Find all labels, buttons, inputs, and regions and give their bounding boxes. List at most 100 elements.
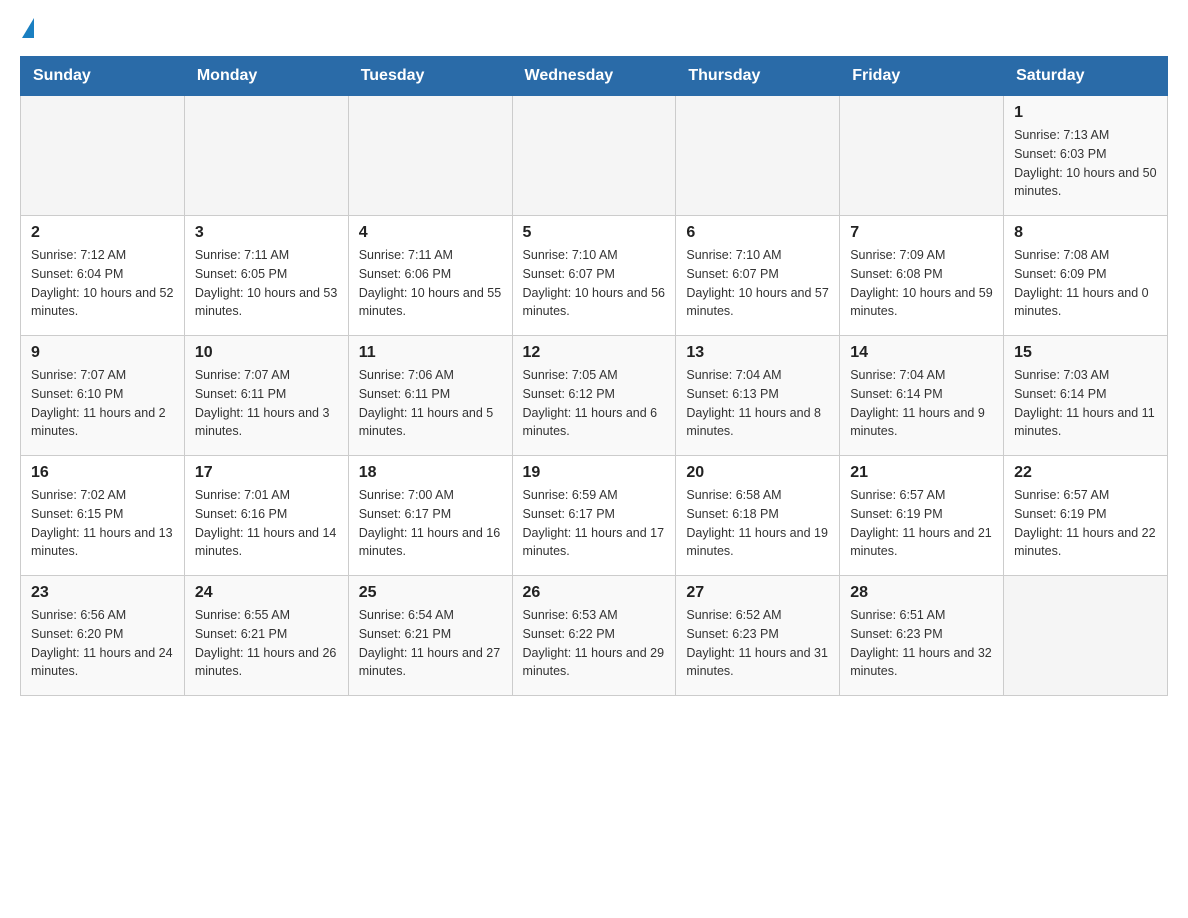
day-info: Sunrise: 7:10 AMSunset: 6:07 PMDaylight:… (686, 246, 829, 321)
calendar-cell: 10Sunrise: 7:07 AMSunset: 6:11 PMDayligh… (184, 336, 348, 456)
day-info: Sunrise: 6:58 AMSunset: 6:18 PMDaylight:… (686, 486, 829, 561)
day-info: Sunrise: 6:52 AMSunset: 6:23 PMDaylight:… (686, 606, 829, 681)
day-number: 23 (31, 584, 174, 602)
calendar-cell (512, 96, 676, 216)
calendar-cell (840, 96, 1004, 216)
day-info: Sunrise: 7:00 AMSunset: 6:17 PMDaylight:… (359, 486, 502, 561)
day-info: Sunrise: 6:59 AMSunset: 6:17 PMDaylight:… (523, 486, 666, 561)
weekday-header-wednesday: Wednesday (512, 57, 676, 96)
day-number: 12 (523, 344, 666, 362)
day-info: Sunrise: 7:09 AMSunset: 6:08 PMDaylight:… (850, 246, 993, 321)
day-number: 9 (31, 344, 174, 362)
day-number: 13 (686, 344, 829, 362)
calendar-cell (348, 96, 512, 216)
day-info: Sunrise: 7:06 AMSunset: 6:11 PMDaylight:… (359, 366, 502, 441)
calendar-cell: 28Sunrise: 6:51 AMSunset: 6:23 PMDayligh… (840, 576, 1004, 696)
calendar-cell: 9 Sunrise: 7:07 AMSunset: 6:10 PMDaylight… (21, 336, 185, 456)
day-number: 26 (523, 584, 666, 602)
calendar-cell (21, 96, 185, 216)
day-info: Sunrise: 6:51 AMSunset: 6:23 PMDaylight:… (850, 606, 993, 681)
calendar-cell: 18 Sunrise: 7:00 AMSunset: 6:17 PMDayligh… (348, 456, 512, 576)
day-number: 27 (686, 584, 829, 602)
calendar-row: 16 Sunrise: 7:02 AMSunset: 6:15 PMDayligh… (21, 456, 1168, 576)
weekday-header-thursday: Thursday (676, 57, 840, 96)
day-info: Sunrise: 6:55 AMSunset: 6:21 PMDaylight:… (195, 606, 338, 681)
day-info: Sunrise: 7:02 AMSunset: 6:15 PMDaylight:… (31, 486, 174, 561)
logo-triangle-icon (22, 18, 34, 38)
day-number: 20 (686, 464, 829, 482)
weekday-header-monday: Monday (184, 57, 348, 96)
page-header (20, 20, 1168, 40)
calendar-cell: 21 Sunrise: 6:57 AMSunset: 6:19 PMDayligh… (840, 456, 1004, 576)
day-number: 19 (523, 464, 666, 482)
calendar-cell: 17 Sunrise: 7:01 AMSunset: 6:16 PMDayligh… (184, 456, 348, 576)
day-info: Sunrise: 7:13 AMSunset: 6:03 PMDaylight:… (1014, 126, 1157, 201)
calendar-cell: 5 Sunrise: 7:10 AMSunset: 6:07 PMDaylight… (512, 216, 676, 336)
day-number: 25 (359, 584, 502, 602)
calendar-cell (184, 96, 348, 216)
day-number: 6 (686, 224, 829, 242)
day-number: 24 (195, 584, 338, 602)
weekday-header-friday: Friday (840, 57, 1004, 96)
day-info: Sunrise: 7:01 AMSunset: 6:16 PMDaylight:… (195, 486, 338, 561)
day-number: 21 (850, 464, 993, 482)
day-info: Sunrise: 6:57 AMSunset: 6:19 PMDaylight:… (850, 486, 993, 561)
day-info: Sunrise: 7:04 AMSunset: 6:13 PMDaylight:… (686, 366, 829, 441)
calendar-cell: 22 Sunrise: 6:57 AMSunset: 6:19 PMDayligh… (1004, 456, 1168, 576)
day-number: 18 (359, 464, 502, 482)
calendar-cell (1004, 576, 1168, 696)
day-info: Sunrise: 7:03 AMSunset: 6:14 PMDaylight:… (1014, 366, 1157, 441)
calendar-cell: 6 Sunrise: 7:10 AMSunset: 6:07 PMDaylight… (676, 216, 840, 336)
calendar-cell: 14 Sunrise: 7:04 AMSunset: 6:14 PMDayligh… (840, 336, 1004, 456)
day-info: Sunrise: 7:11 AMSunset: 6:06 PMDaylight:… (359, 246, 502, 321)
day-number: 3 (195, 224, 338, 242)
calendar-cell: 16 Sunrise: 7:02 AMSunset: 6:15 PMDayligh… (21, 456, 185, 576)
day-info: Sunrise: 7:10 AMSunset: 6:07 PMDaylight:… (523, 246, 666, 321)
calendar-row: 23 Sunrise: 6:56 AMSunset: 6:20 PMDayligh… (21, 576, 1168, 696)
day-info: Sunrise: 6:57 AMSunset: 6:19 PMDaylight:… (1014, 486, 1157, 561)
calendar-cell: 12 Sunrise: 7:05 AMSunset: 6:12 PMDayligh… (512, 336, 676, 456)
day-info: Sunrise: 6:54 AMSunset: 6:21 PMDaylight:… (359, 606, 502, 681)
calendar-cell: 1 Sunrise: 7:13 AMSunset: 6:03 PMDaylight… (1004, 96, 1168, 216)
day-info: Sunrise: 7:11 AMSunset: 6:05 PMDaylight:… (195, 246, 338, 321)
day-number: 17 (195, 464, 338, 482)
day-number: 7 (850, 224, 993, 242)
calendar-cell: 25 Sunrise: 6:54 AMSunset: 6:21 PMDayligh… (348, 576, 512, 696)
weekday-header-sunday: Sunday (21, 57, 185, 96)
calendar-cell: 2Sunrise: 7:12 AMSunset: 6:04 PMDaylight… (21, 216, 185, 336)
calendar-row: 2Sunrise: 7:12 AMSunset: 6:04 PMDaylight… (21, 216, 1168, 336)
calendar-row: 9 Sunrise: 7:07 AMSunset: 6:10 PMDaylight… (21, 336, 1168, 456)
calendar-cell: 8 Sunrise: 7:08 AMSunset: 6:09 PMDaylight… (1004, 216, 1168, 336)
weekday-header-tuesday: Tuesday (348, 57, 512, 96)
calendar-table: SundayMondayTuesdayWednesdayThursdayFrid… (20, 56, 1168, 696)
calendar-cell: 26 Sunrise: 6:53 AMSunset: 6:22 PMDayligh… (512, 576, 676, 696)
day-number: 8 (1014, 224, 1157, 242)
day-info: Sunrise: 7:08 AMSunset: 6:09 PMDaylight:… (1014, 246, 1157, 321)
day-number: 2 (31, 224, 174, 242)
day-info: Sunrise: 7:05 AMSunset: 6:12 PMDaylight:… (523, 366, 666, 441)
calendar-cell: 27 Sunrise: 6:52 AMSunset: 6:23 PMDayligh… (676, 576, 840, 696)
day-number: 22 (1014, 464, 1157, 482)
day-info: Sunrise: 6:56 AMSunset: 6:20 PMDaylight:… (31, 606, 174, 681)
day-number: 4 (359, 224, 502, 242)
day-info: Sunrise: 7:07 AMSunset: 6:10 PMDaylight:… (31, 366, 174, 441)
day-number: 5 (523, 224, 666, 242)
calendar-cell: 3 Sunrise: 7:11 AMSunset: 6:05 PMDaylight… (184, 216, 348, 336)
calendar-cell: 13 Sunrise: 7:04 AMSunset: 6:13 PMDayligh… (676, 336, 840, 456)
day-info: Sunrise: 7:04 AMSunset: 6:14 PMDaylight:… (850, 366, 993, 441)
calendar-cell (676, 96, 840, 216)
logo (20, 20, 34, 40)
calendar-cell: 7 Sunrise: 7:09 AMSunset: 6:08 PMDaylight… (840, 216, 1004, 336)
day-info: Sunrise: 7:07 AMSunset: 6:11 PMDaylight:… (195, 366, 338, 441)
calendar-row: 1 Sunrise: 7:13 AMSunset: 6:03 PMDaylight… (21, 96, 1168, 216)
calendar-cell: 20 Sunrise: 6:58 AMSunset: 6:18 PMDayligh… (676, 456, 840, 576)
calendar-cell: 23 Sunrise: 6:56 AMSunset: 6:20 PMDayligh… (21, 576, 185, 696)
day-number: 15 (1014, 344, 1157, 362)
day-number: 1 (1014, 104, 1157, 122)
calendar-cell: 24 Sunrise: 6:55 AMSunset: 6:21 PMDayligh… (184, 576, 348, 696)
calendar-cell: 19 Sunrise: 6:59 AMSunset: 6:17 PMDayligh… (512, 456, 676, 576)
day-number: 14 (850, 344, 993, 362)
day-info: Sunrise: 6:53 AMSunset: 6:22 PMDaylight:… (523, 606, 666, 681)
day-number: 16 (31, 464, 174, 482)
day-number: 11 (359, 344, 502, 362)
